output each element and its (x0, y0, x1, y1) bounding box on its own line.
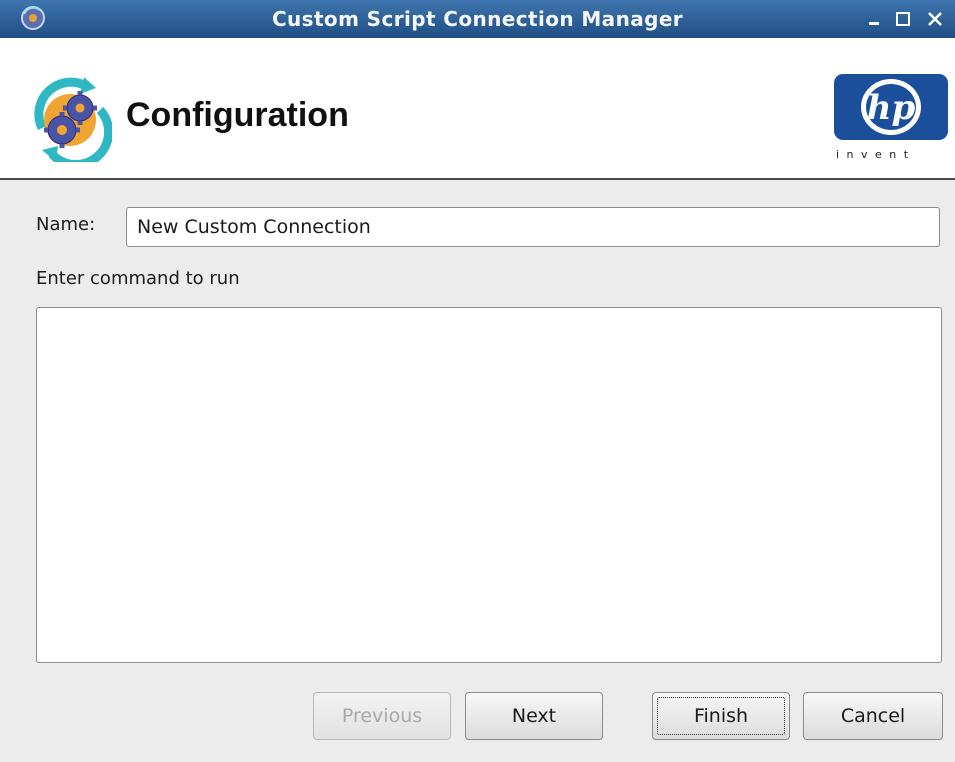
maximize-icon[interactable] (894, 10, 912, 28)
cancel-button-label: Cancel (840, 705, 906, 727)
name-label: Name: (36, 214, 96, 235)
connection-manager-window: Custom Script Connection Manager Configu… (0, 0, 955, 762)
command-label: Enter command to run (36, 268, 240, 289)
cancel-button[interactable]: Cancel (803, 692, 943, 740)
next-button-label: Next (511, 705, 557, 727)
next-button[interactable]: Next (465, 692, 603, 740)
previous-button-label: Previous (341, 705, 423, 727)
configuration-gears-icon (30, 76, 114, 170)
wizard-header: Configuration hp invent (0, 38, 955, 180)
finish-button[interactable]: Finish (652, 692, 790, 740)
hp-tagline: invent (836, 148, 916, 161)
window-title: Custom Script Connection Manager (271, 7, 684, 31)
hp-logo-text: hp (867, 88, 916, 128)
finish-button-label: Finish (693, 705, 749, 727)
previous-button[interactable]: Previous (313, 692, 451, 740)
close-icon[interactable] (926, 10, 944, 28)
page-title: Configuration (126, 96, 349, 134)
title-bar[interactable]: Custom Script Connection Manager (0, 0, 955, 38)
command-textarea[interactable] (36, 307, 942, 663)
minimize-icon[interactable] (866, 10, 884, 28)
name-input[interactable] (126, 207, 940, 247)
